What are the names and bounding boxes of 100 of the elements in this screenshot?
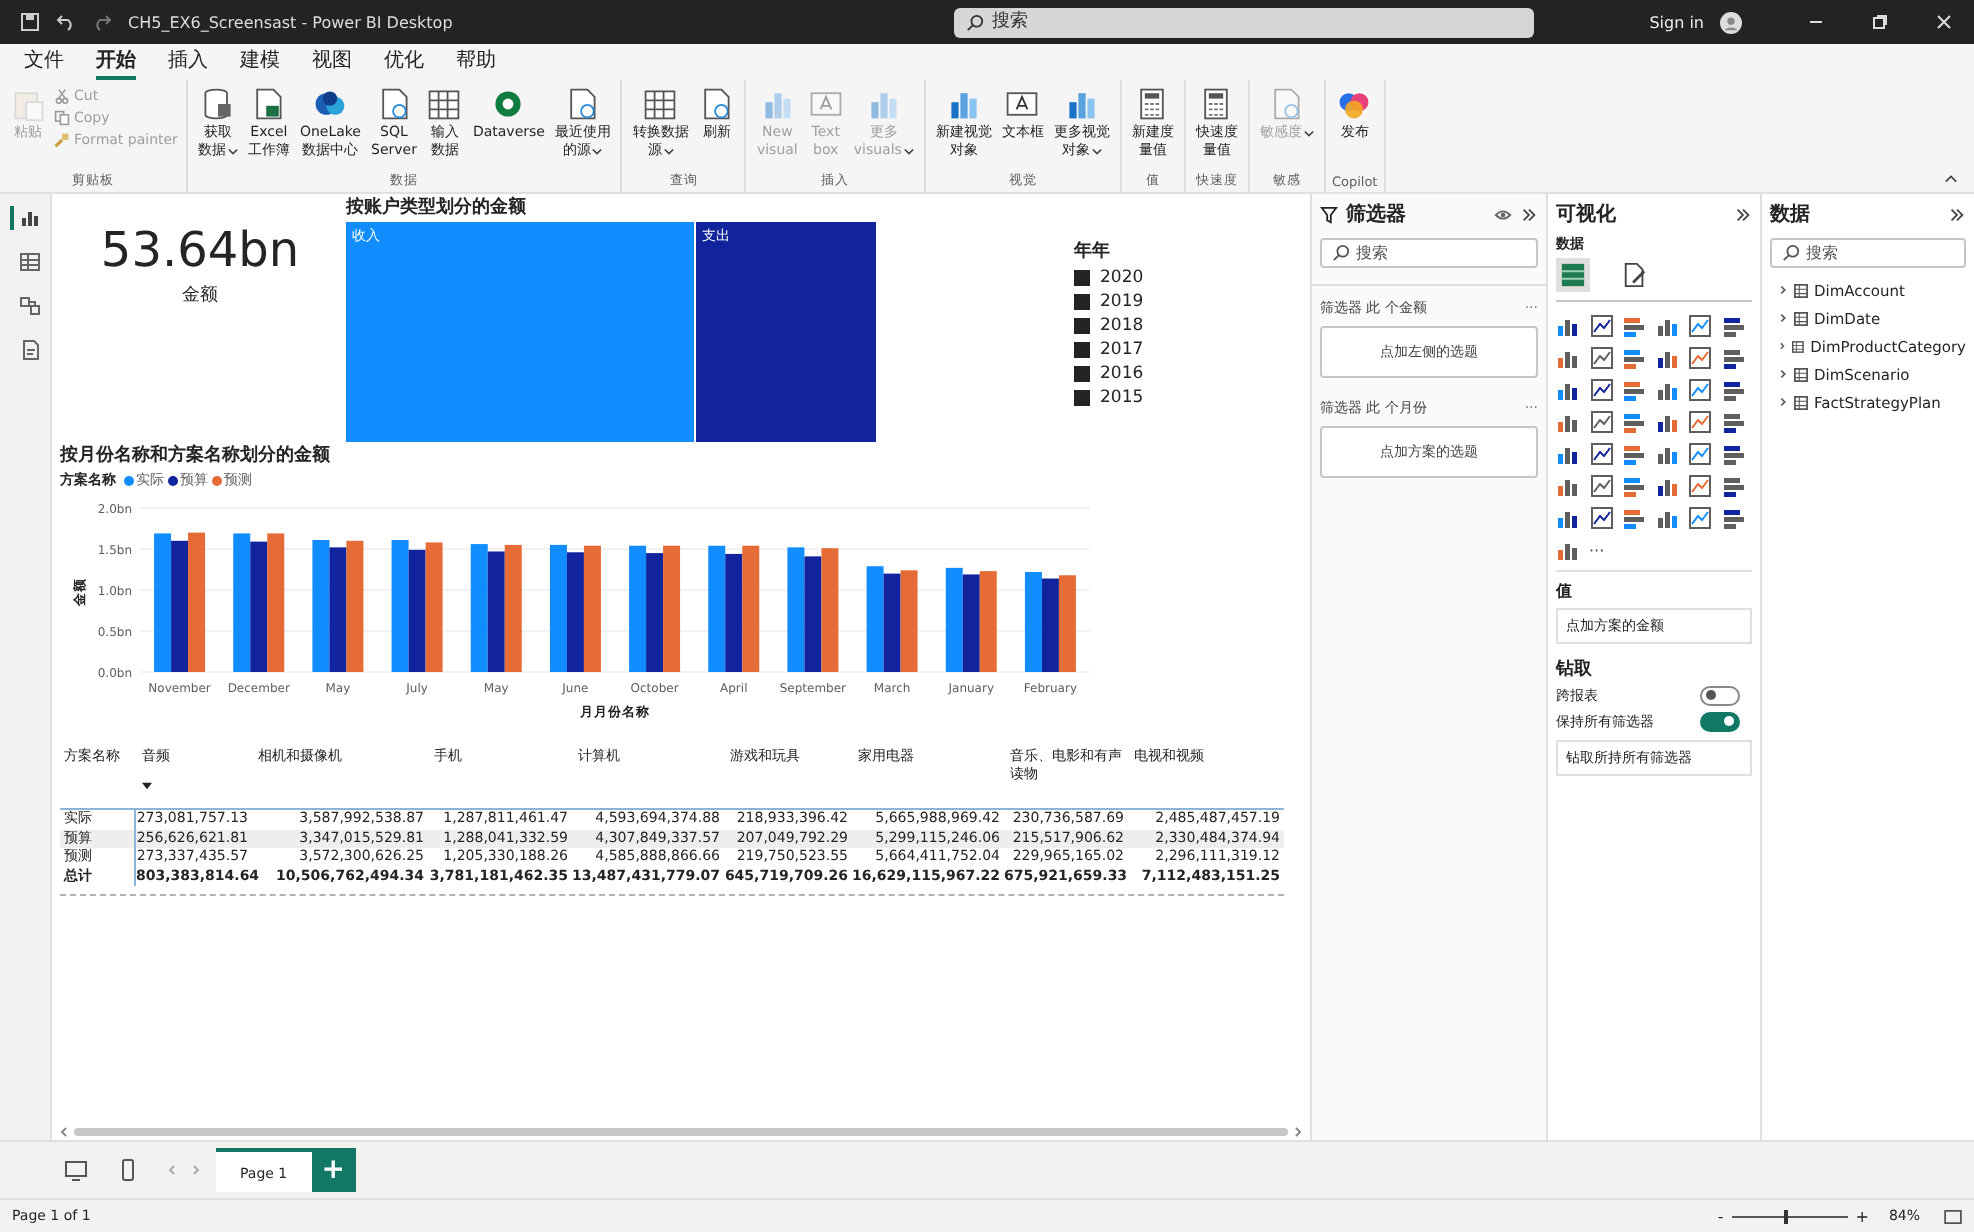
report-view-icon[interactable] xyxy=(9,206,41,230)
chart-type-icon[interactable] xyxy=(1688,314,1712,338)
chart-type-icon[interactable] xyxy=(1556,314,1580,338)
chart-type-icon[interactable] xyxy=(1589,378,1613,402)
chart-type-icon[interactable] xyxy=(1688,410,1712,434)
chevron-icon[interactable] xyxy=(1778,312,1788,324)
bar[interactable] xyxy=(312,540,330,672)
chart-type-icon[interactable] xyxy=(1589,442,1613,466)
save-icon[interactable] xyxy=(20,12,40,32)
bar[interactable] xyxy=(1024,571,1042,672)
sign-in-link[interactable]: Sign in xyxy=(1649,13,1704,31)
collapse-pane-icon[interactable] xyxy=(1520,205,1538,223)
chart-type-icon[interactable] xyxy=(1655,378,1679,402)
bar[interactable] xyxy=(171,540,189,672)
chart-type-icon[interactable] xyxy=(1589,506,1613,530)
chart-type-icon[interactable] xyxy=(1622,442,1646,466)
collapse-pane-icon[interactable] xyxy=(1734,205,1752,223)
chart-type-icon[interactable] xyxy=(1556,410,1580,434)
chart-type-icon[interactable] xyxy=(1556,474,1580,498)
bar[interactable] xyxy=(787,547,805,672)
chart-type-icon[interactable] xyxy=(1721,442,1745,466)
scroll-left-icon[interactable] xyxy=(60,1125,68,1137)
menu-tab[interactable]: 文件 xyxy=(24,44,64,80)
scrollbar-thumb[interactable] xyxy=(74,1127,1288,1135)
menu-tab[interactable]: 插入 xyxy=(168,44,208,80)
collapse-ribbon-icon[interactable] xyxy=(1944,174,1958,184)
bar[interactable] xyxy=(329,547,347,672)
bar[interactable] xyxy=(391,540,409,672)
chart-type-icon[interactable] xyxy=(1556,538,1580,562)
bar[interactable] xyxy=(250,541,268,672)
undo-icon[interactable] xyxy=(56,12,76,32)
bar[interactable] xyxy=(154,533,172,672)
bar[interactable] xyxy=(945,567,963,672)
chart-type-icon[interactable] xyxy=(1688,346,1712,370)
more-visuals-button[interactable]: ··· xyxy=(1589,541,1646,559)
zoom-out-button[interactable]: - xyxy=(1717,1207,1724,1225)
eye-icon[interactable] xyxy=(1494,205,1512,223)
bar[interactable] xyxy=(470,544,488,672)
search-field[interactable]: 搜索 xyxy=(1770,238,1966,268)
bar[interactable] xyxy=(725,553,743,672)
chart-type-icon[interactable] xyxy=(1688,474,1712,498)
desktop-layout-icon[interactable] xyxy=(64,1158,88,1182)
chart-type-icon[interactable] xyxy=(1622,378,1646,402)
menu-tab[interactable]: 建模 xyxy=(240,44,280,80)
chart-type-icon[interactable] xyxy=(1688,506,1712,530)
chart-type-icon[interactable] xyxy=(1655,474,1679,498)
chart-type-icon[interactable] xyxy=(1688,378,1712,402)
chevron-icon[interactable] xyxy=(1778,340,1787,352)
chart-type-icon[interactable] xyxy=(1589,474,1613,498)
bar[interactable] xyxy=(646,553,664,672)
chevron-icon[interactable] xyxy=(1778,396,1788,408)
chart-type-icon[interactable] xyxy=(1655,442,1679,466)
chart-type-icon[interactable] xyxy=(1622,506,1646,530)
search-field[interactable]: 搜索 xyxy=(1320,238,1538,268)
chart-type-icon[interactable] xyxy=(1589,314,1613,338)
chart-type-icon[interactable] xyxy=(1589,346,1613,370)
add-page-button[interactable]: + xyxy=(311,1148,356,1192)
chart-type-icon[interactable] xyxy=(1721,314,1745,338)
chart-type-icon[interactable] xyxy=(1622,410,1646,434)
bar[interactable] xyxy=(629,545,647,672)
toggle-switch[interactable] xyxy=(1700,685,1740,705)
zoom-slider-thumb[interactable] xyxy=(1783,1209,1788,1223)
chart-type-icon[interactable] xyxy=(1556,378,1580,402)
sort-arrow-icon[interactable] xyxy=(142,782,152,790)
chart-type-icon[interactable] xyxy=(1688,442,1712,466)
bar[interactable] xyxy=(866,566,884,672)
chart-type-icon[interactable] xyxy=(1721,346,1745,370)
chevron-icon[interactable] xyxy=(1778,284,1788,296)
bar[interactable] xyxy=(663,545,681,672)
collapse-pane-icon[interactable] xyxy=(1948,205,1966,223)
chart-type-icon[interactable] xyxy=(1655,410,1679,434)
bar[interactable] xyxy=(708,545,726,672)
chart-type-icon[interactable] xyxy=(1589,410,1613,434)
zoom-in-button[interactable]: + xyxy=(1855,1207,1869,1225)
restore-icon[interactable] xyxy=(1870,12,1890,32)
chart-type-icon[interactable] xyxy=(1622,346,1646,370)
chart-type-icon[interactable] xyxy=(1556,346,1580,370)
avatar-icon[interactable] xyxy=(1720,11,1742,33)
redo-icon[interactable] xyxy=(92,12,112,32)
bar[interactable] xyxy=(188,532,206,672)
chart-type-icon[interactable] xyxy=(1655,314,1679,338)
chart-type-icon[interactable] xyxy=(1721,506,1745,530)
toggle-switch[interactable] xyxy=(1700,711,1740,731)
menu-tab[interactable]: 帮助 xyxy=(456,44,496,80)
chart-type-icon[interactable] xyxy=(1622,314,1646,338)
fit-to-page-icon[interactable] xyxy=(1944,1209,1962,1223)
chart-type-icon[interactable] xyxy=(1556,442,1580,466)
mobile-layout-icon[interactable] xyxy=(116,1158,140,1182)
chart-type-icon[interactable] xyxy=(1721,474,1745,498)
bar[interactable] xyxy=(233,533,251,672)
close-icon[interactable] xyxy=(1934,12,1954,32)
chart-type-icon[interactable] xyxy=(1556,506,1580,530)
chart-type-icon[interactable] xyxy=(1655,346,1679,370)
menu-tab[interactable]: 优化 xyxy=(384,44,424,80)
search-field[interactable]: 搜索 xyxy=(954,7,1534,37)
chart-type-icon[interactable] xyxy=(1721,410,1745,434)
scroll-right-icon[interactable] xyxy=(1294,1125,1302,1137)
chevron-icon[interactable] xyxy=(1778,368,1788,380)
bar[interactable] xyxy=(549,544,567,672)
chart-type-icon[interactable] xyxy=(1622,474,1646,498)
